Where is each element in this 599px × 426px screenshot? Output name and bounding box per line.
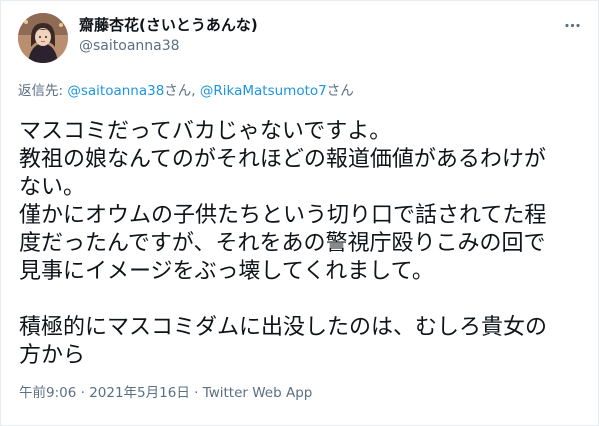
meta-separator: · — [76, 385, 90, 401]
reply-context: 返信先: @saitoanna38さん, @RikaMatsumoto7さん — [18, 82, 354, 100]
author-block: 齋藤杏花(さいとうあんな) @saitoanna38 — [79, 15, 258, 56]
reply-prefix: 返信先: — [18, 83, 68, 99]
display-name[interactable]: 齋藤杏花(さいとうあんな) — [79, 15, 258, 35]
meta-separator: · — [189, 385, 203, 401]
more-horizontal-icon — [564, 23, 580, 27]
tweet-text-line: 方から — [19, 343, 86, 368]
more-button[interactable] — [560, 13, 584, 37]
tweet-source[interactable]: Twitter Web App — [203, 385, 313, 401]
tweet-card: 齋藤杏花(さいとうあんな) @saitoanna38 返信先: @saitoan… — [0, 0, 599, 426]
tweet-text-line: 僅かにオウムの子供たちという切り口で話されてた程 — [19, 203, 547, 228]
tweet-header: 齋藤杏花(さいとうあんな) @saitoanna38 — [1, 1, 599, 71]
tweet-date[interactable]: 2021年5月16日 — [89, 385, 190, 401]
reply-mention-saitoanna38[interactable]: @saitoanna38 — [67, 83, 164, 99]
reply-suffix: さん — [326, 83, 354, 99]
avatar[interactable] — [18, 13, 68, 63]
tweet-text-line: 積極的にマスコミダムに出没したのは、むしろ貴女の — [19, 315, 548, 340]
tweet-text-line: 見事にイメージをぶっ壊してくれまして。 — [19, 259, 434, 284]
reply-separator: さん, — [164, 83, 200, 99]
avatar-image — [18, 13, 68, 63]
tweet-time[interactable]: 午前9:06 — [19, 385, 76, 401]
tweet-text-line: 教祖の娘なんてのがそれほどの報道価値があるわけが — [19, 147, 546, 172]
reply-mention-rikamatsumoto7[interactable]: @RikaMatsumoto7 — [200, 83, 327, 99]
tweet-text-line: ない。 — [19, 175, 86, 200]
tweet-text-line: マスコミだってバカじゃないですよ。 — [19, 119, 392, 144]
tweet-meta: 午前9:06 · 2021年5月16日 · Twitter Web App — [19, 384, 312, 402]
handle[interactable]: @saitoanna38 — [79, 36, 258, 56]
tweet-text-line: 度だったんですが、それをあの警視庁殴りこみの回で — [19, 231, 546, 256]
tweet-text: マスコミだってバカじゃないですよ。 教祖の娘なんてのがそれほどの報道価値があるわ… — [19, 118, 589, 370]
